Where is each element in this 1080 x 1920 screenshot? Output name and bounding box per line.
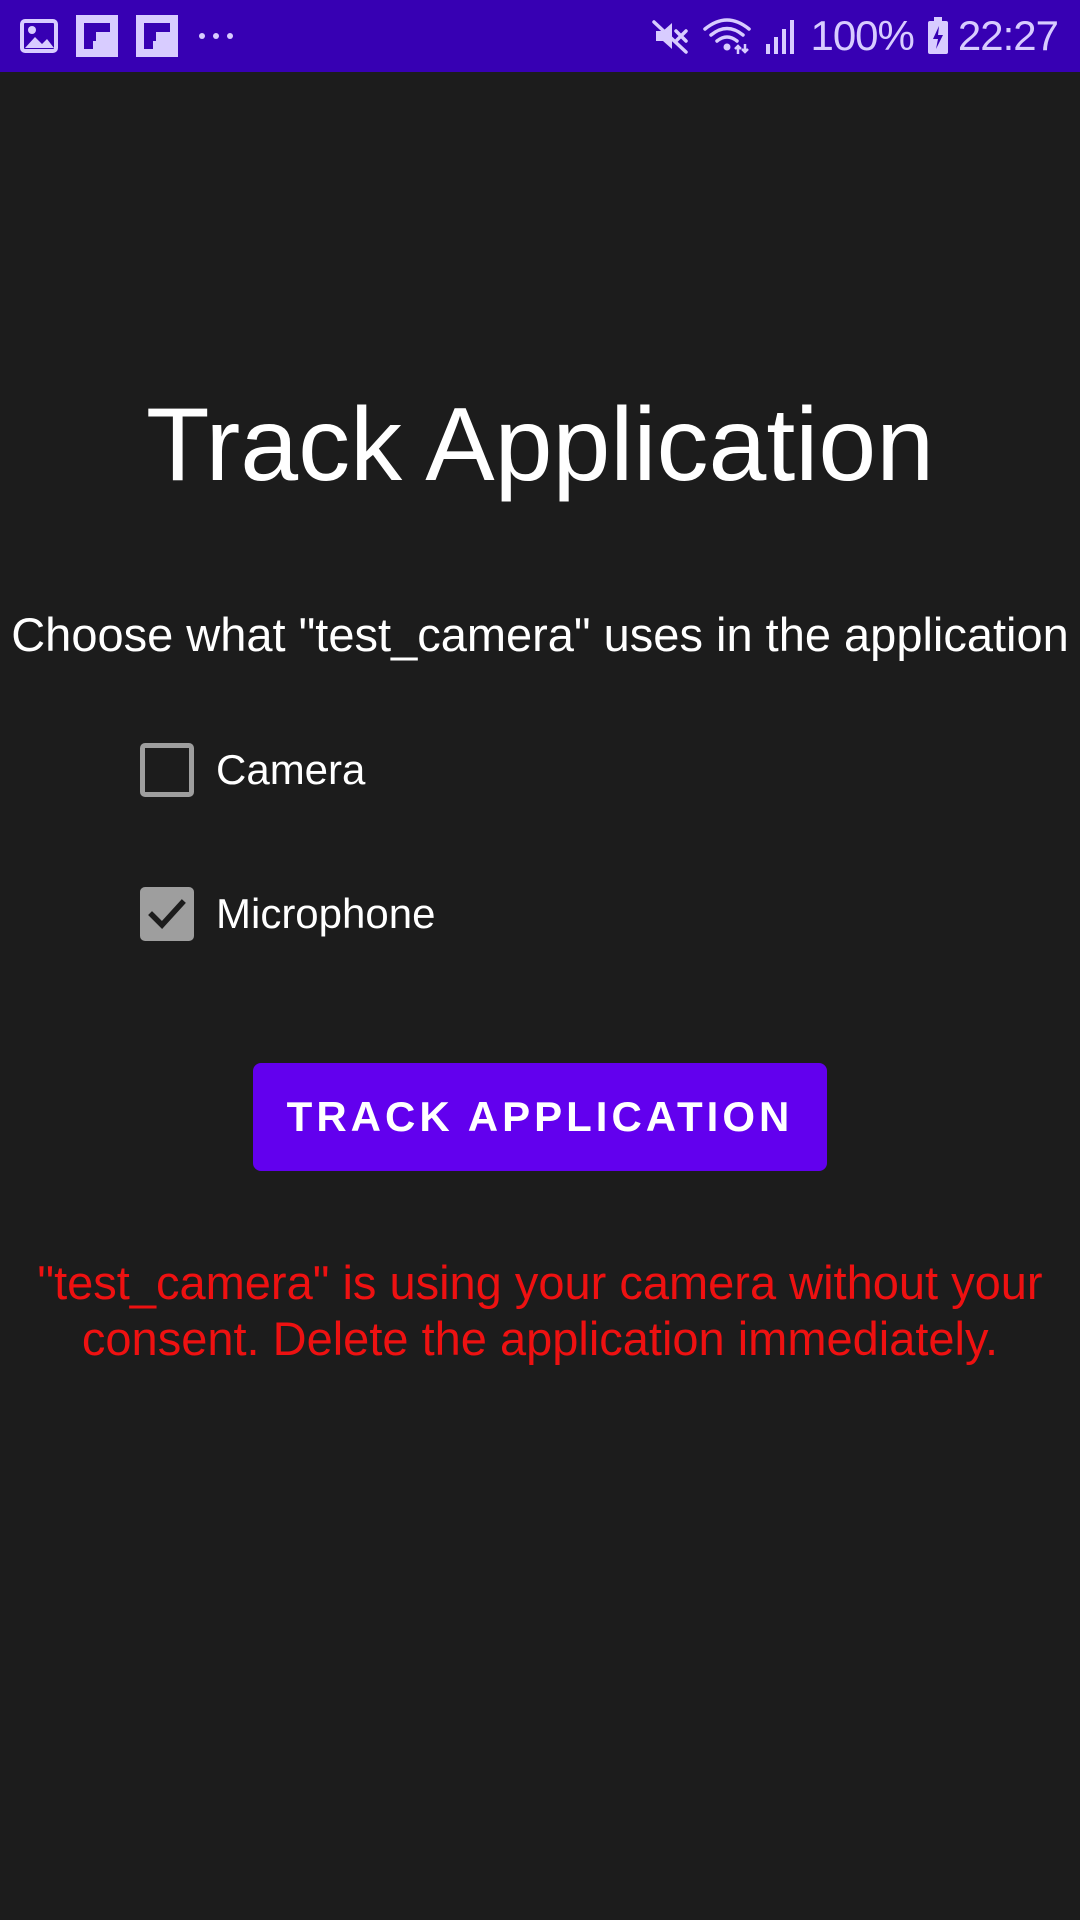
flipboard-icon bbox=[76, 15, 118, 57]
camera-label: Camera bbox=[216, 746, 366, 793]
track-application-button[interactable]: TRACK APPLICATION bbox=[253, 1063, 827, 1171]
flipboard-icon bbox=[136, 15, 178, 57]
status-bar-left bbox=[20, 15, 254, 57]
warning-message: "test_camera" is using your camera witho… bbox=[37, 1256, 1043, 1365]
gallery-icon bbox=[20, 17, 58, 55]
signal-icon bbox=[764, 16, 800, 56]
battery-percent: 100% bbox=[810, 12, 914, 59]
microphone-checkbox[interactable] bbox=[140, 887, 194, 941]
camera-checkbox[interactable] bbox=[140, 743, 194, 797]
battery-charging-icon bbox=[926, 16, 950, 56]
checkmark-icon bbox=[148, 899, 186, 929]
wifi-icon bbox=[702, 16, 752, 56]
instruction-text: Choose what "test_camera" uses in the ap… bbox=[11, 608, 1069, 661]
status-bar-right: 100% 22:27 bbox=[638, 12, 1059, 60]
status-bar: 100% 22:27 bbox=[0, 0, 1080, 72]
mute-icon bbox=[650, 16, 690, 56]
more-dots-icon bbox=[196, 31, 236, 41]
camera-option[interactable]: Camera bbox=[140, 742, 365, 798]
clock: 22:27 bbox=[957, 12, 1059, 59]
page-title: Track Application bbox=[145, 387, 935, 503]
microphone-label: Microphone bbox=[216, 890, 436, 937]
microphone-option[interactable]: Microphone bbox=[140, 886, 435, 942]
